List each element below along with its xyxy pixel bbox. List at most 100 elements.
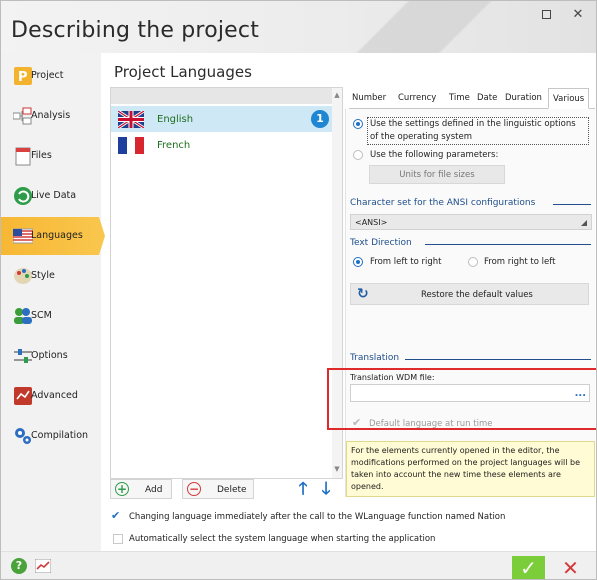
help-icon[interactable]: ? [11, 558, 27, 574]
france-flag-icon [118, 137, 144, 154]
sidebar-item-languages[interactable]: Languages [1, 217, 105, 255]
translation-wdm-file-input[interactable]: ... [350, 384, 590, 402]
sidebar-item-label: SCM [31, 310, 52, 321]
close-icon: ✕ [562, 556, 579, 580]
auto-select-language-label: Automatically select the system language… [129, 534, 436, 544]
restore-defaults-label: Restore the default values [421, 290, 533, 300]
add-label: Add [145, 485, 163, 495]
live-data-icon [14, 187, 32, 205]
refresh-icon: ↻ [357, 286, 369, 302]
right-to-left-radio[interactable] [468, 257, 478, 267]
tab-number[interactable]: Number [352, 93, 386, 103]
sidebar-item-project[interactable]: P Project [1, 57, 101, 95]
sidebar-item-label: Options [31, 350, 68, 361]
maximize-button[interactable] [534, 7, 558, 23]
language-buttons: + Add − Delete 🡑 🡓 [110, 479, 343, 501]
delete-label: Delete [217, 485, 247, 495]
uk-flag-icon [118, 111, 144, 128]
sidebar-item-label: Analysis [31, 110, 71, 121]
use-linguistic-options-radio[interactable] [353, 119, 363, 129]
scroll-up-icon[interactable]: ▲ [333, 91, 341, 101]
auto-select-language-checkbox[interactable] [113, 534, 123, 544]
language-name: English [157, 114, 194, 125]
sidebar-item-label: Project [31, 70, 64, 81]
units-for-file-sizes-button[interactable]: Units for file sizes [369, 165, 505, 184]
translation-wdm-label: Translation WDM file: [350, 373, 435, 382]
browse-button[interactable]: ... [575, 388, 586, 399]
sidebar-item-label: Languages [31, 230, 83, 241]
use-following-parameters-radio[interactable] [353, 150, 363, 160]
charset-combo[interactable]: <ANSI> [350, 214, 592, 230]
delete-language-button[interactable]: − Delete [182, 479, 254, 499]
tab-date[interactable]: Date [477, 93, 497, 103]
close-icon: ✕ [572, 7, 584, 22]
chart-shortcut-icon[interactable] [35, 559, 51, 573]
language-row-english[interactable]: English 1 [111, 106, 333, 132]
sidebar-item-live-data[interactable]: Live Data [1, 177, 101, 215]
change-language-checkbox[interactable] [111, 509, 121, 522]
language-row-french[interactable]: French [111, 132, 333, 158]
charset-section-title: Character set for the ANSI configuration… [350, 198, 536, 208]
title-bar: Describing the project ✕ [1, 1, 596, 53]
language-order-badge: 1 [311, 110, 329, 128]
tab-duration[interactable]: Duration [505, 93, 542, 103]
default-language-label: Default language at run time [369, 419, 493, 429]
sidebar-item-advanced[interactable]: Advanced [1, 377, 101, 415]
info-note: For the elements currently opened in the… [346, 441, 595, 497]
ok-button[interactable]: ✓ [512, 556, 545, 579]
sidebar-item-options[interactable]: Options [1, 337, 101, 375]
footer-bar [1, 551, 596, 579]
scm-icon [14, 308, 32, 324]
title-bar-decoration [328, 1, 538, 53]
sidebar-item-scm[interactable]: SCM [1, 297, 101, 335]
text-direction-section-title: Text Direction [350, 238, 412, 248]
style-icon [14, 268, 32, 284]
analysis-icon [13, 107, 32, 125]
sidebar-item-label: Advanced [31, 390, 78, 401]
move-up-arrow-icon[interactable]: 🡑 [294, 479, 312, 499]
plus-icon: + [115, 482, 129, 496]
advanced-icon [14, 387, 32, 405]
language-list-header [111, 88, 333, 104]
sidebar-item-label: Live Data [31, 190, 77, 201]
section-divider [553, 204, 591, 205]
sidebar-item-label: Files [31, 150, 52, 161]
sidebar: P Project Analysis Files Live Data Langu… [1, 53, 105, 551]
move-down-arrow-icon[interactable]: 🡓 [317, 479, 335, 499]
project-description-window: Describing the project ✕ P Project Analy… [0, 0, 597, 580]
use-linguistic-options-label-line1: Use the settings defined in the linguist… [370, 119, 576, 129]
left-to-right-radio[interactable] [353, 257, 363, 267]
maximize-icon [541, 10, 551, 19]
right-to-left-label: From right to left [484, 257, 556, 267]
format-tabs: Number Currency Time Date Duration Vario… [349, 87, 595, 109]
language-list[interactable]: English 1 French ▲ ▼ [110, 87, 343, 479]
compilation-icon [15, 428, 31, 444]
language-name: French [157, 140, 191, 151]
files-icon [15, 147, 31, 166]
languages-icon [13, 228, 33, 244]
scroll-down-icon[interactable]: ▼ [333, 465, 341, 475]
cancel-button[interactable]: ✕ [554, 556, 587, 580]
section-divider [425, 244, 591, 245]
left-to-right-label: From left to right [370, 257, 442, 267]
sidebar-item-files[interactable]: Files [1, 137, 101, 175]
restore-defaults-button[interactable]: ↻ Restore the default values [350, 283, 589, 305]
close-window-button[interactable]: ✕ [566, 7, 590, 23]
tab-currency[interactable]: Currency [398, 93, 436, 103]
tab-time[interactable]: Time [449, 93, 470, 103]
section-divider [405, 359, 591, 360]
translation-section-title: Translation [350, 353, 400, 363]
add-language-button[interactable]: + Add [110, 479, 172, 499]
sidebar-item-compilation[interactable]: Compilation [1, 417, 101, 455]
tab-various[interactable]: Various [548, 88, 590, 109]
svg-text:P: P [18, 70, 28, 85]
sidebar-item-label: Compilation [31, 430, 89, 441]
window-title: Describing the project [11, 18, 260, 43]
default-language-checkbox[interactable] [352, 416, 362, 429]
use-linguistic-options-label-line2: of the operating system [370, 132, 472, 142]
sidebar-item-style[interactable]: Style [1, 257, 101, 295]
options-icon [14, 349, 32, 363]
sidebar-item-analysis[interactable]: Analysis [1, 97, 101, 135]
charset-value: <ANSI> [355, 218, 388, 227]
project-icon: P [14, 67, 32, 85]
